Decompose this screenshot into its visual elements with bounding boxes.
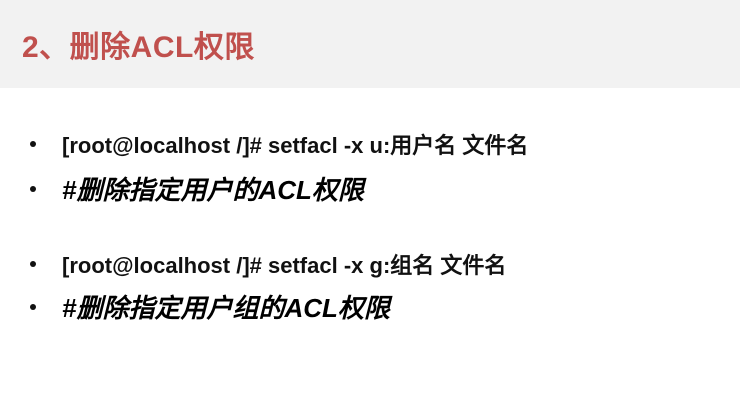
bullet-item-command-user: [root@localhost /]# setfacl -x u:用户名 文件名 — [30, 128, 528, 160]
comment-text: #删除指定用户的ACL权限 — [62, 175, 364, 205]
command-text: [root@localhost /]# setfacl -x g:组名 文件名 — [62, 253, 507, 278]
bullet-dot-icon — [30, 303, 36, 310]
comment-text: #删除指定用户组的ACL权限 — [62, 293, 390, 323]
slide-title: 2、删除ACL权限 — [22, 31, 255, 64]
bullet-dot-icon — [30, 185, 36, 192]
command-text: [root@localhost /]# setfacl -x u:用户名 文件名 — [62, 133, 529, 158]
bullet-item-comment-group: #删除指定用户组的ACL权限 — [30, 288, 390, 325]
bullet-dot-icon — [30, 261, 36, 267]
bullet-item-comment-user: #删除指定用户的ACL权限 — [30, 170, 364, 207]
bullet-dot-icon — [30, 141, 36, 147]
slide: 2、删除ACL权限 [root@localhost /]# setfacl -x… — [0, 0, 740, 410]
bullet-item-command-group: [root@localhost /]# setfacl -x g:组名 文件名 — [30, 248, 506, 280]
